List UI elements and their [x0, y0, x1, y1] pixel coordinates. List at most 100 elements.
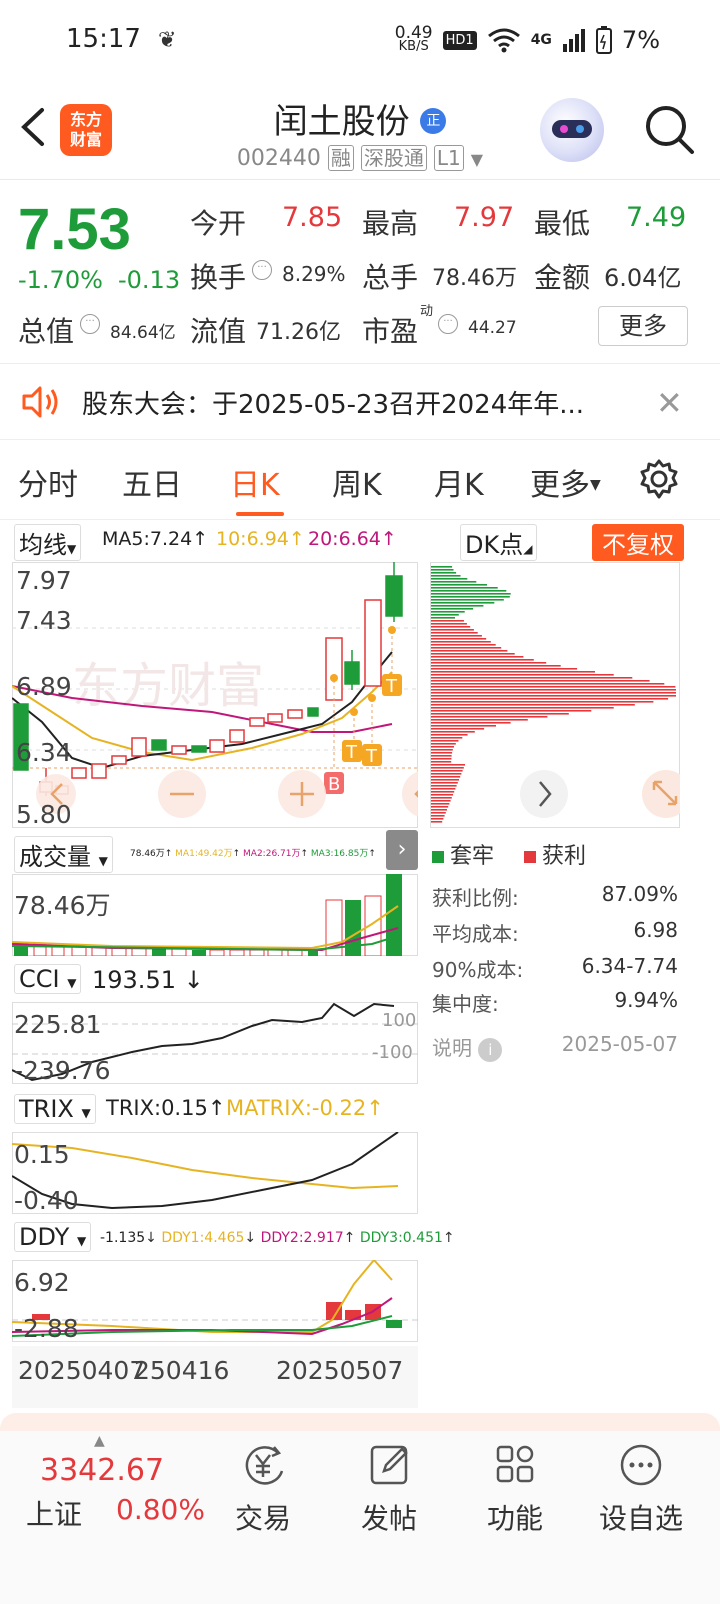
robot-icon [552, 120, 592, 138]
chip-bar [431, 683, 665, 685]
tab-week-k[interactable]: 周K [332, 460, 382, 504]
chip-bar [431, 794, 453, 796]
chip-bar [431, 638, 487, 640]
volume-select[interactable]: 成交量 ▼ [14, 836, 113, 873]
chip-bar [431, 596, 510, 598]
chip-bar [431, 719, 528, 721]
market-cap-value: 84.64亿 [110, 323, 176, 343]
chip-bar [431, 770, 463, 772]
connect-tag: 深股通 [360, 145, 427, 171]
level-tag: L1 [433, 145, 464, 171]
date-label-3: 20250507 [276, 1356, 404, 1385]
chip-bar [431, 668, 578, 670]
index-value[interactable]: 3342.67 [40, 1453, 164, 1488]
chip-bar [431, 755, 452, 757]
stock-code: 002440 [236, 146, 321, 171]
chip-bar [431, 602, 495, 604]
settings-gear-icon[interactable] [638, 458, 680, 500]
tab-more[interactable]: 更多▼ [530, 460, 601, 504]
watermark-logo: 东方财富 [72, 658, 264, 714]
chip-bar [431, 731, 475, 733]
ddy-values: -1.135↓ DDY1:4.465↓ DDY2:2.917↑ DDY3:0.4… [100, 1230, 455, 1246]
cci-select[interactable]: CCI ▼ [14, 964, 82, 994]
turnover-value: 8.29% [282, 262, 346, 286]
assistant-robot-avatar[interactable] [540, 98, 604, 162]
expand-panel-button[interactable]: › [386, 830, 418, 870]
chip-bar [431, 626, 471, 628]
chip-bar [431, 680, 650, 682]
chip-bar [431, 806, 449, 808]
chip-bar [431, 701, 654, 703]
search-button[interactable] [640, 100, 700, 160]
chip-bar [431, 635, 482, 637]
margin-tag: 融 [327, 145, 354, 171]
more-dots-icon [620, 1444, 662, 1486]
chip-bar [431, 644, 496, 646]
chip-bar [431, 689, 676, 691]
announcement-text[interactable]: 股东大会：于2025-05-23召开2024年年... [82, 384, 584, 421]
nav-trade[interactable]: 交易 [208, 1441, 318, 1537]
chip-bar [431, 614, 459, 616]
adjust-type-button[interactable]: 不复权 [592, 524, 684, 561]
legend-profit: 获利 [524, 838, 586, 870]
volume-info: 78.46万↑ MA1:49.42万↑ MA2:26.71万↑ MA3:16.8… [130, 849, 376, 859]
more-quote-button[interactable]: 更多 [598, 306, 688, 346]
nav-function[interactable]: 功能 [460, 1441, 570, 1537]
announcement-bar[interactable]: 股东大会：于2025-05-23召开2024年年... ✕ [0, 364, 720, 440]
dk-point-select[interactable]: DK点◢ [460, 524, 538, 561]
chip-bar [431, 764, 465, 766]
index-name[interactable]: 上证 [26, 1493, 82, 1533]
app-notification-icon: ❦ [158, 28, 177, 53]
pe-info-icon[interactable]: ··· [438, 312, 458, 334]
chip-bar [431, 800, 451, 802]
market-cap-info-icon[interactable]: ··· [80, 312, 100, 334]
chip-bar [431, 572, 457, 574]
chip-bar [431, 587, 498, 589]
status-bar: 15:17 ❦ 0.49 KB/S HD1 4G 7% [0, 0, 720, 80]
ma-select[interactable]: 均线▼ [14, 524, 82, 561]
nav-add-watchlist[interactable]: 设自选 [586, 1441, 696, 1537]
chip-distribution-chart[interactable] [430, 562, 680, 828]
svg-text:T: T [345, 742, 358, 763]
chip-bar [431, 737, 463, 739]
chip-bar [431, 647, 502, 649]
chip-bar [431, 713, 569, 715]
turnover-label: 换手 [190, 261, 247, 294]
chip-bar [431, 752, 453, 754]
chip-bar [431, 692, 676, 694]
index-change[interactable]: 0.80% [116, 1493, 205, 1526]
volume-label: 总手 [362, 261, 419, 294]
chip-bar [431, 758, 452, 760]
tab-five-day[interactable]: 五日 [122, 460, 182, 504]
chip-bar [431, 620, 464, 622]
low-label: 最低 [534, 207, 591, 240]
chip-bar [431, 641, 491, 643]
cost90-label: 90%成本: [432, 958, 524, 982]
stock-code-line[interactable]: 002440 融 深股通 L1 ▼ [0, 142, 720, 171]
chip-bar [431, 761, 452, 763]
close-icon[interactable]: ✕ [656, 384, 683, 422]
chip-bar [431, 749, 453, 751]
nav-post[interactable]: 发帖 [334, 1441, 444, 1537]
chip-bar [431, 776, 461, 778]
ddy-select[interactable]: DDY ▼ [14, 1222, 92, 1252]
grid-apps-icon [496, 1445, 534, 1483]
chip-bar [431, 704, 635, 706]
chip-note-link[interactable]: 说明 i [432, 1032, 503, 1062]
tab-month-k[interactable]: 月K [434, 460, 484, 504]
floating-bar-edge [0, 1413, 720, 1431]
tab-intraday[interactable]: 分时 [18, 460, 78, 504]
chip-bar [431, 632, 478, 634]
cci-ref-low: -100 [372, 1042, 413, 1063]
chip-bar [431, 821, 443, 823]
chip-bar [431, 569, 454, 571]
wifi-icon [487, 28, 520, 53]
kline-chart[interactable]: 东方财富 B T T T [12, 562, 418, 828]
chip-bar [431, 605, 484, 607]
turnover-info-icon[interactable]: ··· [252, 258, 272, 280]
chip-bar [431, 725, 496, 727]
tab-day-k[interactable]: 日K [230, 460, 280, 504]
trix-select[interactable]: TRIX ▼ [14, 1094, 96, 1124]
high-label: 最高 [362, 207, 419, 240]
date-label-2: 250416 [134, 1356, 230, 1385]
